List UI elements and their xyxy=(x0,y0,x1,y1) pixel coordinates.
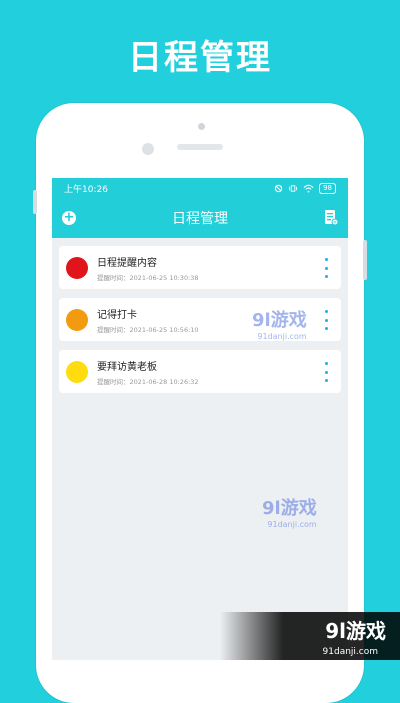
sync-icon xyxy=(274,184,283,192)
phone-side-button-right xyxy=(363,240,367,280)
app-screen: 上午10:26 98 + 日程管理 日程提醒内容 提醒时间：2021-06-25… xyxy=(52,178,348,660)
reminder-time: 提醒时间：2021-06-25 10:30:38 xyxy=(97,273,199,282)
watermark-brand: 9l游戏 xyxy=(262,498,317,519)
corner-domain: 91danji.com xyxy=(322,647,378,657)
promo-title: 日程管理 xyxy=(128,38,272,78)
status-time: 上午10:26 xyxy=(64,184,108,195)
document-edit-icon[interactable] xyxy=(324,209,338,226)
phone-sensor xyxy=(142,143,154,155)
reminder-time: 提醒时间：2021-06-25 10:56:10 xyxy=(97,325,199,334)
priority-dot xyxy=(66,308,88,331)
reminder-text: 要拜访黄老板 提醒时间：2021-06-28 10:26:32 xyxy=(97,358,199,386)
more-vertical-icon[interactable] xyxy=(323,258,329,278)
vibrate-icon xyxy=(289,184,298,192)
add-schedule-button[interactable]: + xyxy=(62,211,76,225)
reminder-text: 日程提醒内容 提醒时间：2021-06-25 10:30:38 xyxy=(97,254,199,282)
more-vertical-icon[interactable] xyxy=(323,362,329,382)
reminder-time: 提醒时间：2021-06-28 10:26:32 xyxy=(97,377,199,386)
reminder-title: 要拜访黄老板 xyxy=(97,361,157,373)
wifi-icon xyxy=(303,184,314,193)
app-title: 日程管理 xyxy=(172,211,228,227)
watermark: 9l游戏 91danji.com xyxy=(262,494,317,529)
reminder-title: 记得打卡 xyxy=(97,309,137,321)
priority-dot xyxy=(66,256,88,279)
watermark-brand: 9l游戏 xyxy=(252,310,307,331)
reminder-text: 记得打卡 提醒时间：2021-06-25 10:56:10 xyxy=(97,306,199,334)
battery-icon: 98 xyxy=(319,182,336,194)
phone-speaker xyxy=(177,144,223,150)
app-bar: + 日程管理 xyxy=(52,198,348,238)
reminder-card[interactable]: 要拜访黄老板 提醒时间：2021-06-28 10:26:32 xyxy=(59,350,341,393)
corner-brand: 9l游戏 xyxy=(325,619,386,643)
reminder-title: 日程提醒内容 xyxy=(97,257,157,269)
watermark: 9l游戏 91danji.com xyxy=(252,306,307,341)
plus-circle-icon: + xyxy=(63,210,75,225)
corner-badge: 9l游戏 91danji.com xyxy=(220,612,400,660)
watermark-domain: 91danji.com xyxy=(257,332,307,341)
phone-camera xyxy=(198,123,205,130)
more-vertical-icon[interactable] xyxy=(323,310,329,330)
reminder-card[interactable]: 日程提醒内容 提醒时间：2021-06-25 10:30:38 xyxy=(59,246,341,289)
status-bar: 上午10:26 98 xyxy=(52,178,348,198)
watermark-domain: 91danji.com xyxy=(267,520,317,529)
phone-side-button-left xyxy=(33,190,37,214)
status-icons: 98 xyxy=(274,182,336,194)
priority-dot xyxy=(66,360,88,383)
